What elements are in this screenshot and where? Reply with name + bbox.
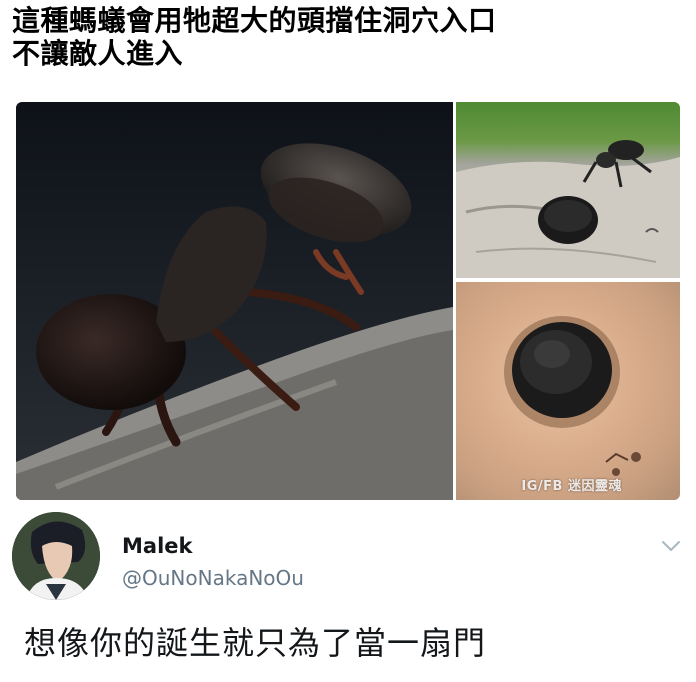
tweet-card: Malek @OuNoNakaNoOu 想像你的誕生就只為了當一扇門: [0, 504, 696, 682]
ant-blocking-hole-photo: [456, 102, 680, 278]
chevron-down-icon[interactable]: [660, 538, 682, 554]
meme-caption: 這種螞蟻會用牠超大的頭擋住洞穴入口 不讓敵人進入: [12, 4, 688, 70]
ant-hole-top-illustration: [456, 140, 680, 278]
ant-side-view-illustration: [16, 143, 453, 500]
watermark: IG/FB 迷因靈魂: [521, 479, 622, 494]
tweet-text: 想像你的誕生就只為了當一扇門: [24, 624, 487, 662]
head-plug-closeup-illustration: [504, 316, 641, 476]
avatar-illustration: [12, 512, 100, 600]
user-display-name[interactable]: Malek: [122, 534, 192, 558]
avatar[interactable]: [12, 512, 100, 600]
photo-collage: IG/FB 迷因靈魂: [16, 102, 680, 502]
head-plug-closeup-photo: IG/FB 迷因靈魂: [456, 282, 680, 500]
caption-line-2: 不讓敵人進入: [12, 37, 184, 70]
user-handle[interactable]: @OuNoNakaNoOu: [122, 566, 304, 590]
caption-line-1: 這種螞蟻會用牠超大的頭擋住洞穴入口: [12, 4, 497, 37]
ant-side-view-photo: [16, 102, 453, 500]
